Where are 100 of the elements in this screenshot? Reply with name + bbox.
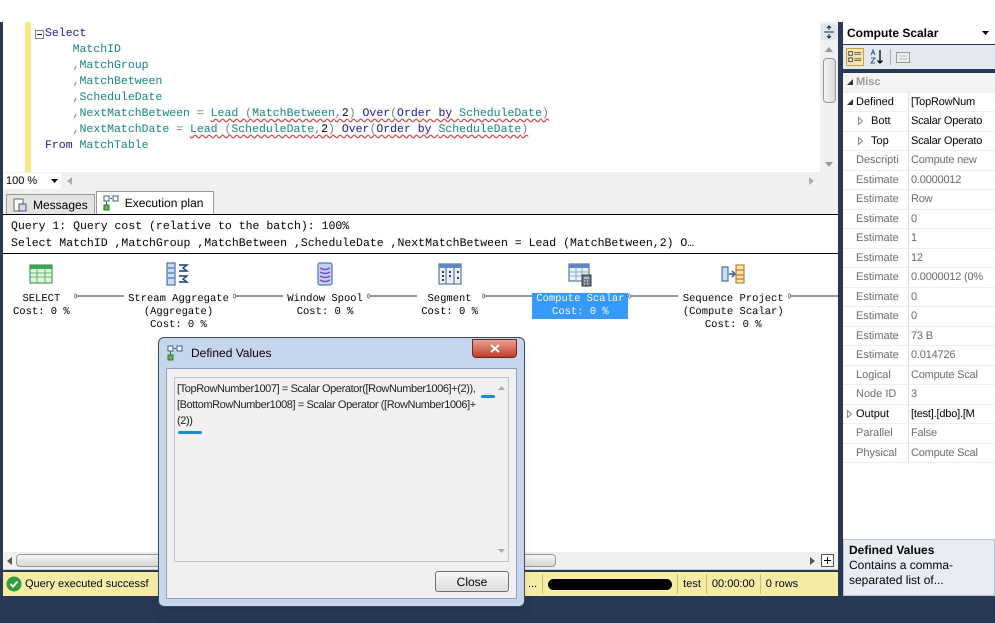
property-name: Estimate (856, 231, 899, 246)
property-name: Top (871, 134, 889, 148)
segment-table-icon (436, 261, 463, 287)
expanded-arrow-icon[interactable] (846, 98, 852, 105)
property-name: Node ID (856, 387, 896, 402)
document-icon (13, 198, 27, 212)
property-value: Compute Scal (910, 446, 978, 460)
property-name: Estimate (856, 328, 899, 344)
code-line: ,ScheduleDate (72, 90, 162, 106)
close-button[interactable] (472, 338, 517, 358)
connector-arrow (628, 293, 679, 299)
split-icon[interactable] (821, 24, 837, 40)
sort-alphabetical-icon[interactable] (868, 48, 886, 66)
expanded-arrow-icon[interactable] (846, 79, 852, 86)
property-value: False (910, 426, 937, 441)
plan-nodes-icon (102, 195, 119, 211)
code-line: ,MatchBetween (72, 74, 162, 90)
property-value: 0 (910, 309, 917, 324)
caret-icon (982, 31, 989, 35)
property-name: Logical (856, 368, 891, 382)
sigma-list-icon (165, 261, 192, 287)
description-text: Contains a comma-separated list of... (849, 558, 954, 588)
plan-operator[interactable]: Stream Aggregate (Aggregate) Cost: 0 % (124, 293, 233, 332)
vertical-scrollbar[interactable] (820, 22, 838, 172)
plan-operator[interactable]: Sequence Project (Compute Scalar) Cost: 0 % (678, 293, 788, 332)
dialog-title: Defined Values (191, 345, 272, 362)
property-name: Descripti (856, 153, 899, 168)
close-icon (490, 344, 500, 352)
highlight-mark (481, 395, 495, 398)
categorized-icon[interactable] (846, 48, 864, 66)
plan-nodes-icon (167, 345, 183, 361)
collapse-icon[interactable] (34, 30, 44, 38)
status-message: Query executed successf (25, 576, 149, 592)
property-name: Estimate (856, 309, 899, 324)
property-value: 0.0000012 (910, 172, 962, 188)
code-line: ,NextMatchBetween = Lead (MatchBetween,2) Over(Order by ScheduleDate) (72, 106, 549, 122)
scrollbar-thumb[interactable] (822, 58, 836, 103)
plus-icon[interactable] (821, 554, 834, 567)
property-value: [TopRowNum (910, 94, 976, 110)
property-value: Compute new (910, 153, 977, 168)
zoom-dropdown[interactable]: 100 % (3, 173, 61, 189)
scroll-right-icon[interactable] (810, 556, 815, 564)
code-line: ,NextMatchDate = Lead (ScheduleDate,2) Over(Order by ScheduleDate) (72, 122, 528, 138)
property-value: Compute Scal (910, 368, 978, 382)
row-count: 0 rows (764, 576, 800, 592)
plan-operator[interactable]: Segment Cost: 0 % (417, 293, 482, 319)
property-name: Estimate (856, 290, 899, 304)
status-ellipsis: ... (528, 576, 538, 592)
scroll-up-icon[interactable] (498, 386, 504, 390)
property-value: 12 (910, 250, 923, 266)
property-value: 1 (910, 231, 917, 246)
defined-values-text: [TopRowNumber1007] = Scalar Operator([RowNumber1006]+(2)), [BottomRowNumber1008] = Scalar Operator ([RowNumber1006]+(2)) (176, 382, 477, 429)
elapsed-time: 00:00:00 (710, 576, 756, 592)
object-dropdown[interactable]: Compute Scalar (843, 22, 995, 44)
property-name: Physical (856, 446, 897, 460)
connector-arrow (482, 293, 532, 299)
scroll-down-icon[interactable] (825, 162, 833, 168)
collapsed-arrow-icon[interactable] (858, 136, 863, 145)
text-area[interactable]: [TopRowNumber1007] = Scalar Operator([RowNumber1006]+(2)), [BottomRowNumber1008] = Scalar Operator ([RowNumber1006]+(2)) (174, 377, 509, 562)
scroll-left-icon[interactable] (7, 556, 12, 564)
property-value: 3 (910, 387, 917, 402)
property-value: [test].[dbo].[M (910, 406, 975, 422)
property-value: 73 B (910, 328, 933, 344)
database-name: test (682, 576, 702, 592)
property-name: Estimate (856, 250, 899, 266)
description-title: Defined Values (849, 543, 936, 558)
property-name: Bott (871, 114, 891, 129)
property-name: Estimate (856, 212, 899, 226)
property-value: 0.0000012 (0% (910, 270, 984, 285)
property-name: Parallel (856, 426, 893, 441)
code-line: ,MatchGroup (72, 58, 149, 74)
scroll-up-icon[interactable] (825, 46, 833, 52)
plan-operator[interactable]: SELECT Cost: 0 % (9, 293, 74, 319)
connector-arrow (366, 293, 418, 299)
connector-arrow (74, 293, 124, 299)
plan-operator[interactable]: Window Spool Cost: 0 % (283, 293, 367, 319)
code-line: Select (45, 26, 86, 42)
close-button[interactable]: Close (435, 571, 509, 592)
property-pages-icon[interactable] (895, 49, 911, 65)
property-value: 0 (910, 212, 917, 226)
code-line: From MatchTable (45, 138, 149, 154)
query-statement-text: Select MatchID ,MatchGroup ,MatchBetween ,ScheduleDate ,NextMatchBetween = Lead (MatchBetween,2) O… (11, 236, 696, 252)
result-tab[interactable]: Messages (6, 194, 95, 214)
highlight-mark (178, 431, 202, 434)
property-value: Scalar Operato (910, 114, 982, 129)
collapsed-arrow-icon[interactable] (858, 117, 863, 126)
property-value: Scalar Operato (910, 134, 982, 148)
collapsed-arrow-icon[interactable] (847, 410, 852, 418)
check-circle-icon (6, 576, 22, 592)
property-name: Estimate (856, 348, 899, 363)
query-cost-text: Query 1: Query cost (relative to the batch): 100% (11, 219, 350, 235)
property-name: Estimate (856, 270, 899, 285)
code-line: MatchID (72, 42, 121, 58)
connector-arrow (232, 293, 284, 299)
property-name: Output (856, 406, 890, 422)
calculator-table-icon (567, 261, 594, 287)
result-tab[interactable]: Execution plan (96, 191, 214, 214)
caret-icon (51, 179, 58, 183)
property-name: Defined (856, 94, 894, 110)
property-name: Estimate (856, 172, 899, 188)
